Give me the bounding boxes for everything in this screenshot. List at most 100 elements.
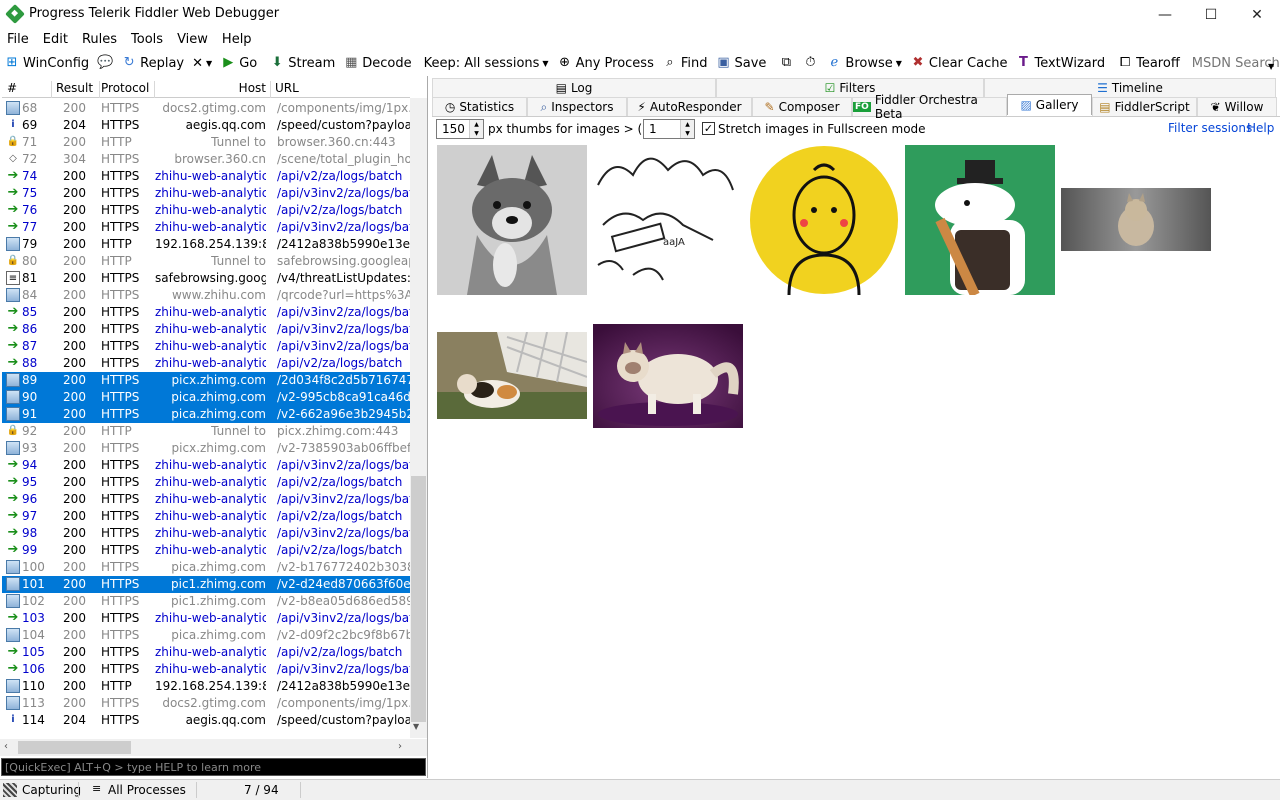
scroll-down-icon[interactable]: ▼ [413, 722, 419, 731]
session-row[interactable]: 🔒 92 200 HTTP Tunnel to picx.zhimg.com:443 [2, 423, 410, 440]
help-link[interactable]: Help [1247, 121, 1274, 135]
session-row[interactable]: ≡81 200 HTTPS safebrowsing.googl... /v4/thre… [2, 270, 410, 287]
session-row[interactable]: 68 200 HTTPS docs2.gtimg.com/components/img… [2, 100, 410, 117]
session-row[interactable]: ➔75 200 HTTPS zhihu-web-analytics.... /api/v… [2, 185, 410, 202]
tearoff-button[interactable]: ⧠ Tearoff [1113, 52, 1184, 74]
session-row[interactable]: ➔99 200 HTTPS zhihu-web-analytics.... /api/v… [2, 542, 410, 559]
comment-button[interactable]: 💬 [93, 52, 117, 74]
session-row[interactable]: i 114 204 HTTPS aegis.qq.com/speed/custom?pa… [2, 712, 410, 729]
tab-fiddlerscript[interactable]: ▤ FiddlerScript [1092, 97, 1197, 116]
menu-tools[interactable]: Tools [124, 30, 170, 50]
session-row[interactable]: 🔒80 200 HTTP Tunnel to safebrowsing.googleap… [2, 253, 410, 270]
stepper-arrows-icon[interactable]: ▲ ▼ [469, 120, 483, 138]
session-row[interactable]: 93 200 HTTPS picx.zhimg.com/v2-7385903ab06f… [2, 440, 410, 457]
remove-button[interactable]: ✕ ▼ [188, 52, 216, 74]
session-row[interactable]: ➔86 200 HTTPS zhihu-web-analytics.... /api/v… [2, 321, 410, 338]
session-row[interactable]: ➔103 200 HTTPS zhihu-web-analytics.... /api/… [2, 610, 410, 627]
timer-button[interactable]: ⏱ [798, 52, 822, 74]
tab-inspectors[interactable]: ⌕ Inspectors [527, 97, 627, 116]
tab-log[interactable]: ▤ Log [432, 78, 716, 97]
min-kb-stepper[interactable]: ▲▼ [643, 119, 695, 139]
browse-button[interactable]: ℯ Browse ▼ [822, 52, 906, 74]
replay-button[interactable]: ↻ Replay [117, 52, 188, 74]
session-row[interactable]: ◇ 72 304 HTTPS browser.360.cn/scene/total_pl… [2, 151, 410, 168]
session-row[interactable]: 91 200 HTTPS pica.zhimg.com/v2-662a96e3b294… [2, 406, 410, 423]
any-process-button[interactable]: ⊕ Any Process [553, 52, 658, 74]
session-row[interactable]: 90 200 HTTPS pica.zhimg.com/v2-995cb8ca91ca… [2, 389, 410, 406]
winconfig-button[interactable]: ⊞ WinConfig [0, 52, 93, 74]
process-filter-status[interactable]: All Processes [108, 783, 186, 797]
menu-file[interactable]: File [0, 30, 36, 50]
session-row[interactable]: 104 200 HTTPS pica.zhimg.com/v2-d09f2c2bc9f… [2, 627, 410, 644]
screenshot-button[interactable]: ⧉ [774, 52, 798, 74]
column-header-result[interactable]: Result [52, 81, 100, 98]
session-row[interactable]: ➔105 200 HTTPS zhihu-web-analytics.... /api/… [2, 644, 410, 661]
session-row[interactable]: ➔77 200 HTTPS zhihu-web-analytics.... /api/v… [2, 219, 410, 236]
menu-rules[interactable]: Rules [75, 30, 124, 50]
thumbnail-husky-sketch[interactable] [437, 145, 587, 295]
session-row[interactable]: 84 200 HTTPS www.zhihu.com/qrcode?url=https… [2, 287, 410, 304]
session-row[interactable]: ➔106 200 HTTPS zhihu-web-analytics.... /api/… [2, 661, 410, 678]
scroll-right-icon[interactable]: › [398, 741, 402, 752]
menu-help[interactable]: Help [215, 30, 259, 50]
go-button[interactable]: ▶ Go [216, 52, 261, 74]
textwizard-button[interactable]: T TextWizard [1011, 52, 1109, 74]
column-header-url[interactable]: URL [275, 81, 405, 98]
thumbnail-grey-cat[interactable] [1061, 188, 1211, 251]
stepper-arrows-icon[interactable]: ▲ ▼ [680, 120, 694, 138]
session-row[interactable]: 110 200 HTTP 192.168.254.139:8... /2412a838b… [2, 678, 410, 695]
clear-cache-button[interactable]: ✖ Clear Cache [906, 52, 1012, 74]
minimize-button[interactable]: — [1142, 0, 1188, 30]
thumbnail-calico-cat[interactable] [437, 332, 587, 419]
horizontal-scroll-thumb[interactable] [18, 741, 131, 754]
session-row[interactable]: ➔95 200 HTTPS zhihu-web-analytics.... /api/v… [2, 474, 410, 491]
session-row[interactable]: 100 200 HTTPS pica.zhimg.com/v2-b176772402b… [2, 559, 410, 576]
session-row[interactable]: ➔94 200 HTTPS zhihu-web-analytics.... /api/v… [2, 457, 410, 474]
filter-sessions-link[interactable]: Filter sessions [1168, 121, 1252, 135]
tab-autoresponder[interactable]: ⚡ AutoResponder [627, 97, 752, 116]
tab-gallery[interactable]: ▨ Gallery [1007, 94, 1092, 115]
thumbnail-cartoon-dog[interactable] [905, 145, 1055, 295]
session-row[interactable]: 101 200 HTTPS pic1.zhimg.com/v2-d24ed870663… [2, 576, 410, 593]
session-row[interactable]: ➔88 200 HTTPS zhihu-web-analytics.... /api/v… [2, 355, 410, 372]
keep-sessions-dropdown[interactable]: Keep: All sessions ▼ [420, 52, 553, 74]
stream-button[interactable]: ⬇ Stream [265, 52, 339, 74]
toolbar-overflow-icon[interactable]: ▼ [1268, 62, 1274, 71]
thumb-size-stepper[interactable]: ▲▼ [436, 119, 484, 139]
save-button[interactable]: ▣ Save [711, 52, 770, 74]
menu-view[interactable]: View [170, 30, 215, 50]
session-row[interactable]: 113 200 HTTPS docs2.gtimg.com/components/im… [2, 695, 410, 712]
capturing-status[interactable]: Capturing [22, 783, 81, 797]
decode-button[interactable]: ▦ Decode [339, 52, 415, 74]
session-row[interactable]: ➔85 200 HTTPS zhihu-web-analytics.... /api/v… [2, 304, 410, 321]
vertical-scroll-thumb[interactable] [411, 476, 426, 722]
scroll-left-icon[interactable]: ‹ [4, 741, 8, 752]
tab-fiddler-orchestra[interactable]: FO Fiddler Orchestra Beta [852, 93, 1007, 121]
maximize-button[interactable]: ☐ [1188, 0, 1234, 30]
thumbnail-yellow-face[interactable] [749, 145, 899, 295]
tab-composer[interactable]: ✎ Composer [752, 97, 852, 116]
session-row[interactable]: 102 200 HTTPS pic1.zhimg.com/v2-b8ea05d686e… [2, 593, 410, 610]
session-row[interactable]: i 69 204 HTTPS aegis.qq.com/speed/custom?pay… [2, 117, 410, 134]
tab-statistics[interactable]: ◷ Statistics [432, 97, 527, 116]
column-header-number[interactable]: # [7, 81, 52, 98]
session-row[interactable]: 🔒 71 200 HTTP Tunnel to browser.360.cn:443 [2, 134, 410, 151]
thumbnail-ragdoll-cat[interactable] [593, 324, 743, 428]
session-row[interactable]: ➔98 200 HTTPS zhihu-web-analytics.... /api/v… [2, 525, 410, 542]
quickexec-input[interactable]: [QuickExec] ALT+Q > type HELP to learn m… [1, 758, 426, 776]
session-row[interactable]: ➔87 200 HTTPS zhihu-web-analytics.... /api/v… [2, 338, 410, 355]
msdn-search-input[interactable] [1187, 53, 1280, 73]
session-row[interactable]: 79 200 HTTP 192.168.254.139:8... /2412a838b5… [2, 236, 410, 253]
session-row[interactable]: 89 200 HTTPS picx.zhimg.com/2d034f8c2d5b716… [2, 372, 410, 389]
menu-edit[interactable]: Edit [36, 30, 75, 50]
column-header-host[interactable]: Host [155, 81, 271, 98]
session-row[interactable]: ➔76 200 HTTPS zhihu-web-analytics.... /api/v… [2, 202, 410, 219]
column-header-protocol[interactable]: Protocol [100, 81, 155, 98]
close-button[interactable]: ✕ [1234, 0, 1280, 30]
session-row[interactable]: ➔74 200 HTTPS zhihu-web-analytics.... /api/v… [2, 168, 410, 185]
tab-willow[interactable]: ❦ Willow [1197, 97, 1277, 116]
session-row[interactable]: ➔97 200 HTTPS zhihu-web-analytics.... /api/v… [2, 508, 410, 525]
stretch-checkbox[interactable]: ✓ [702, 122, 715, 135]
thumbnail-doodle[interactable]: aaJA [593, 145, 743, 295]
find-button[interactable]: ⌕ Find [658, 52, 712, 74]
